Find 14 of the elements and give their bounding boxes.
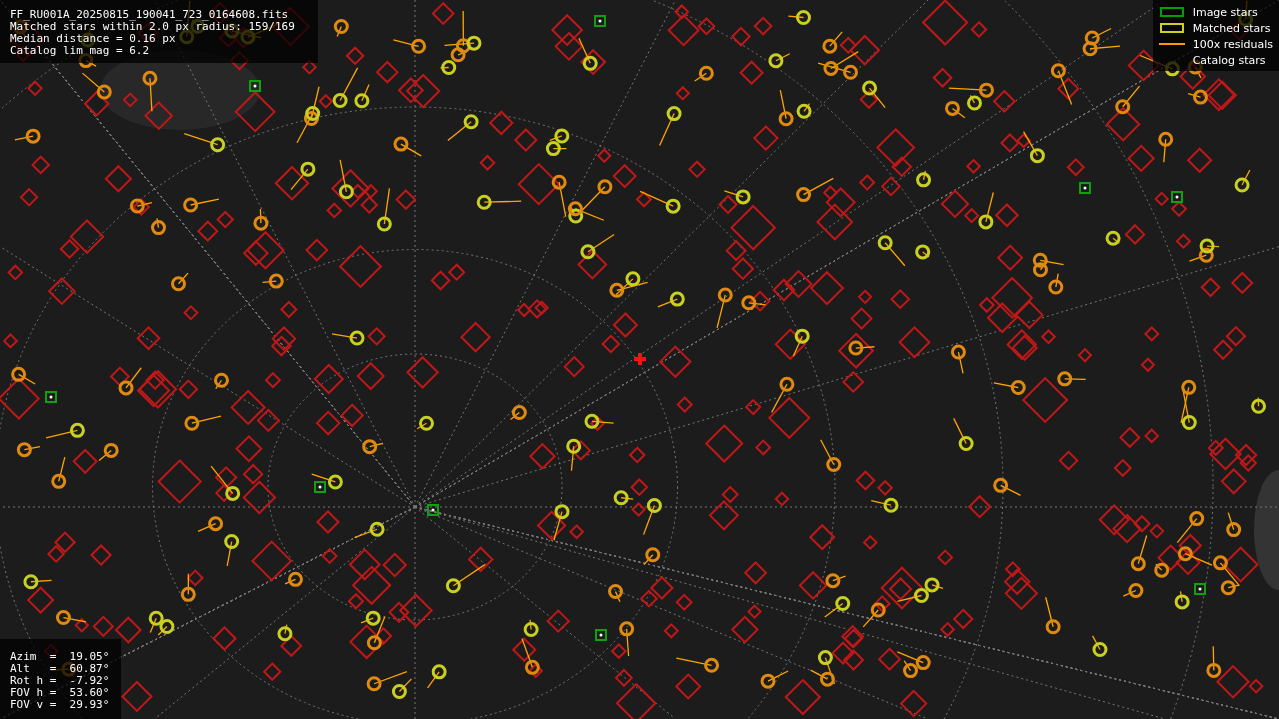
legend-label: Matched stars <box>1192 21 1271 35</box>
pointing-text: FOV h = 53.60° <box>10 687 111 699</box>
legend-label: Image stars <box>1192 5 1258 19</box>
pointing-text: Alt = 60.87° <box>10 663 111 675</box>
pointing-text: Azim = 19.05° <box>10 651 111 663</box>
info-text: Matched stars within 2.0 px radius: 159/169 <box>10 21 296 33</box>
info-text: Catalog lim mag = 6.2 <box>10 45 151 57</box>
info-text: FF_RU001A_20250815_190041_723_0164608.fits <box>10 9 290 21</box>
pointing-text: FOV v = 29.93° <box>10 699 111 711</box>
pointing-text: Rot h = -7.92° <box>10 675 111 687</box>
center-cross-icon <box>634 353 646 365</box>
legend-label: Catalog stars <box>1192 53 1266 67</box>
info-text: Median distance = 0.16 px <box>10 33 177 45</box>
legend-label: 100x residuals <box>1192 37 1273 51</box>
